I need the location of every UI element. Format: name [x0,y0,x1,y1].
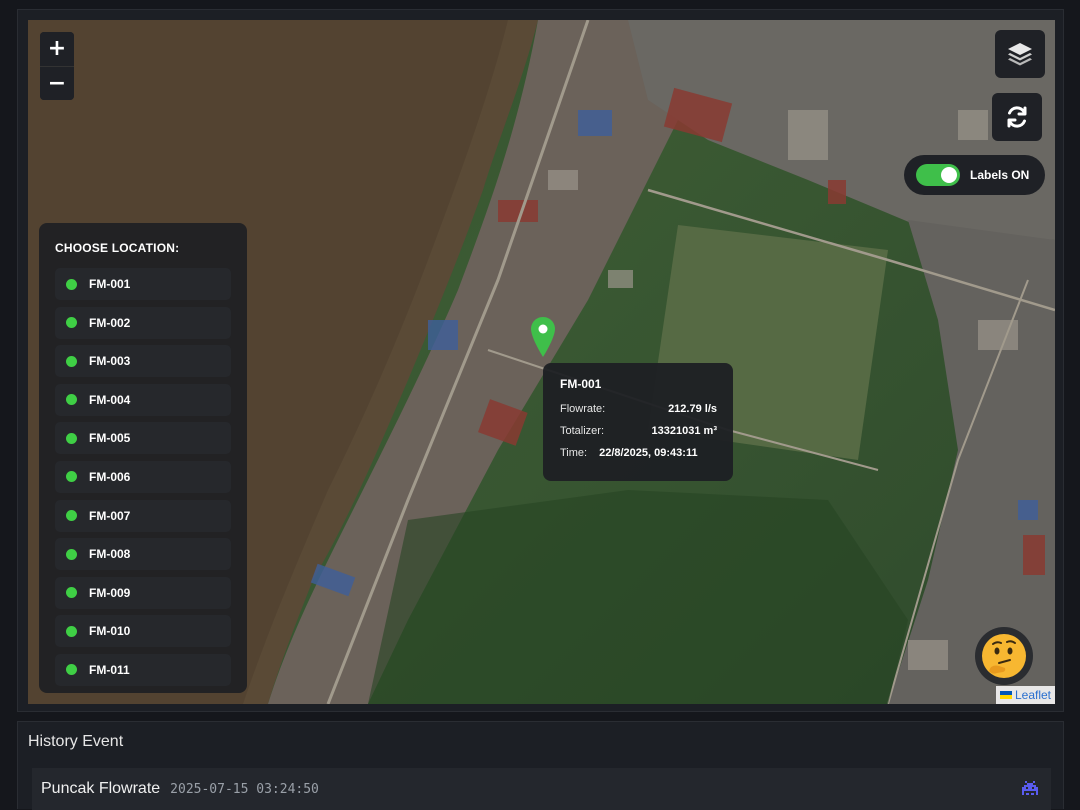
labels-toggle[interactable]: Labels ON [904,155,1045,195]
location-item[interactable]: FM-002 [55,306,231,339]
status-dot-icon [66,587,77,599]
attribution-link[interactable]: Leaflet [1015,688,1051,702]
status-dot-icon [66,394,77,406]
location-item[interactable]: FM-007 [55,499,231,532]
location-item[interactable]: FM-009 [55,576,231,609]
location-panel: CHOOSE LOCATION: FM-001 FM-002 FM-003 FM-00… [39,223,247,693]
location-item[interactable]: FM-004 [55,383,231,416]
zoom-out-button[interactable]: − [40,66,74,100]
time-label: Time: [560,447,588,459]
status-dot-icon [66,625,77,637]
layers-icon [1008,43,1032,66]
ukraine-flag-icon [999,691,1012,699]
event-title: Puncak Flowrate [41,780,161,797]
assistant-button[interactable] [975,627,1033,685]
map-marker-icon[interactable] [530,316,556,358]
popup-time-row: Time: 22/8/2025, 09:43:11 [560,447,717,459]
location-item[interactable]: FM-005 [55,422,231,455]
status-dot-icon [66,317,77,329]
status-dot-icon [66,278,77,290]
map-container: + − Labels ON CHOOSE LOCATION: FM-001 FM… [17,9,1064,712]
status-dot-icon [66,664,77,676]
refresh-icon [1007,106,1027,128]
history-event-row[interactable]: Puncak Flowrate 2025-07-15 03:24:50 [32,768,1051,810]
location-item-label: FM-002 [89,315,131,330]
flowrate-value: 212.79 l/s [668,403,717,415]
flowrate-label: Flowrate: [560,403,606,415]
zoom-in-button[interactable]: + [40,32,74,66]
popup-title: FM-001 [560,377,602,391]
thinking-face-icon [982,634,1026,678]
location-item-label: FM-007 [89,508,131,523]
location-item-label: FM-001 [89,277,131,291]
status-dot-icon [66,548,77,560]
refresh-button[interactable] [992,93,1042,141]
location-panel-title: CHOOSE LOCATION: [55,241,180,255]
popup-flowrate-row: Flowrate: 212.79 l/s [560,403,717,415]
alien-monster-icon [1022,781,1038,795]
station-popup: FM-001 Flowrate: 212.79 l/s Totalizer: 1… [543,363,733,481]
zoom-control: + − [40,32,74,100]
location-item-label: FM-006 [89,469,131,484]
location-item-label: FM-005 [89,431,131,446]
satellite-map[interactable]: + − Labels ON CHOOSE LOCATION: FM-001 FM… [28,20,1055,704]
map-attribution[interactable]: Leaflet [995,686,1055,704]
location-item[interactable]: FM-003 [55,345,231,378]
location-item-label: FM-011 [89,662,130,677]
location-item[interactable]: FM-008 [55,538,231,571]
location-item[interactable]: FM-006 [55,460,231,493]
layers-button[interactable] [995,30,1045,78]
location-item[interactable]: FM-001 [55,268,231,300]
location-item-label: FM-003 [89,354,131,369]
location-item-label: FM-004 [89,392,131,407]
history-title: History Event [28,733,124,750]
popup-totalizer-row: Totalizer: 13321031 m³ [560,425,717,437]
time-value: 22/8/2025, 09:43:11 [599,447,698,459]
status-dot-icon [66,432,77,444]
history-panel: History Event Puncak Flowrate 2025-07-15… [17,721,1064,810]
totalizer-value: 13321031 m³ [651,425,717,437]
labels-toggle-label: Labels ON [970,168,1030,182]
status-dot-icon [66,355,77,367]
location-item-label: FM-008 [89,547,131,562]
location-item[interactable]: FM-010 [55,615,231,648]
location-list: FM-001 FM-002 FM-003 FM-004 FM-005 FM-006 FM-0… [55,268,231,686]
event-timestamp: 2025-07-15 03:24:50 [170,781,319,797]
status-dot-icon [66,510,77,522]
location-item-label: FM-009 [89,585,131,600]
location-item[interactable]: FM-011 [55,653,231,686]
location-item-label: FM-010 [89,624,131,639]
totalizer-label: Totalizer: [560,425,605,437]
labels-switch[interactable] [916,164,960,186]
status-dot-icon [66,471,77,483]
